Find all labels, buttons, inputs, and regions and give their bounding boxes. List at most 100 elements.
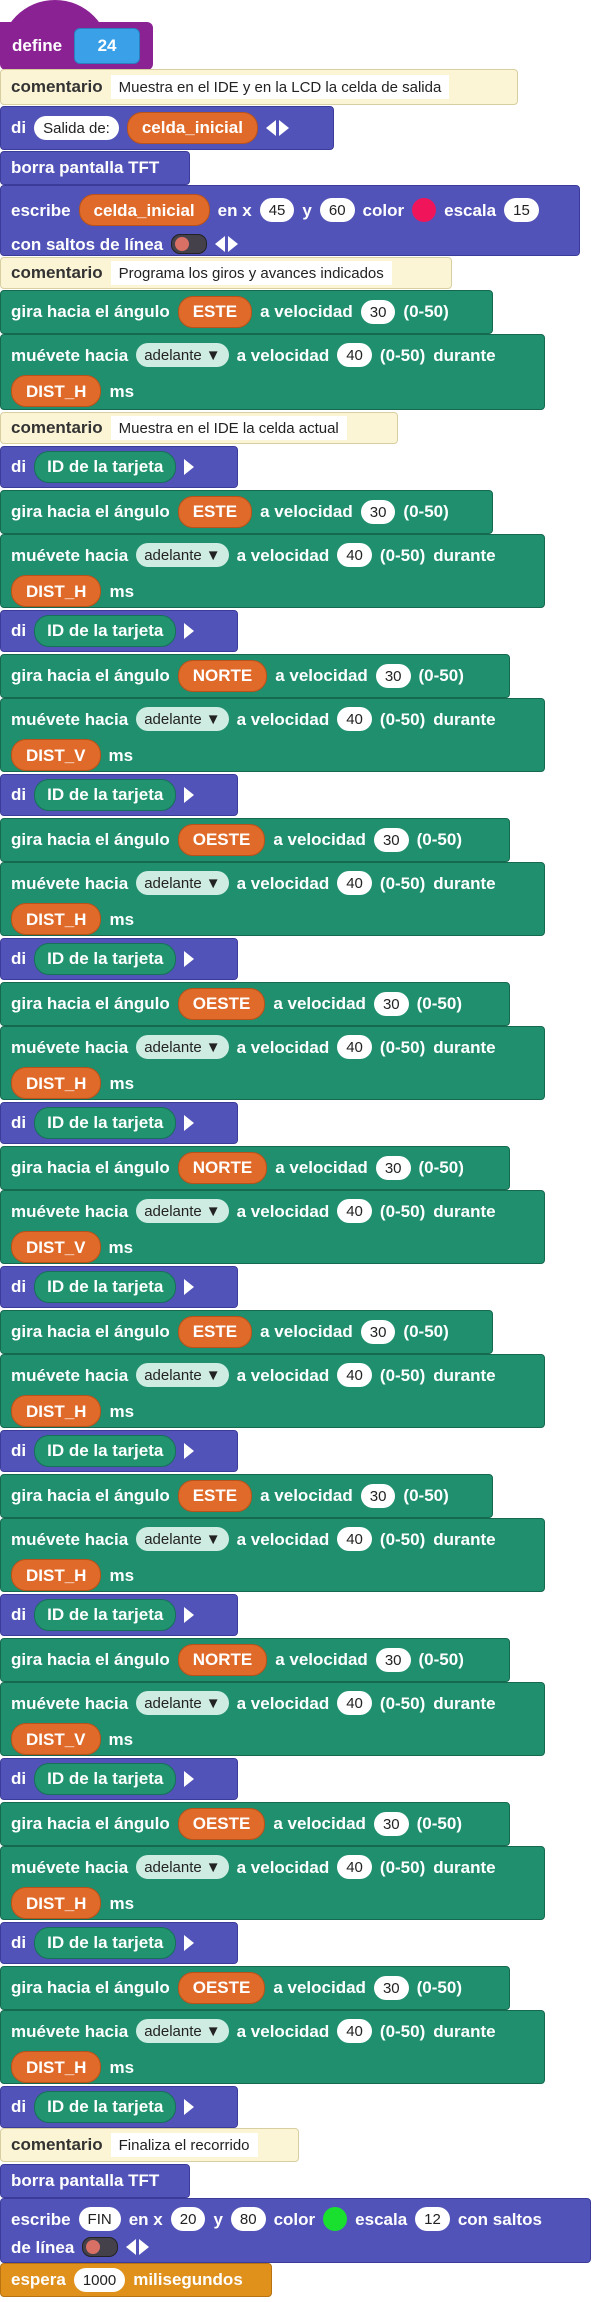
direction-dropdown[interactable]: adelante ▼ [136, 871, 229, 895]
comment-block[interactable]: comentario Programa los giros y avances … [0, 257, 452, 289]
comment-text[interactable]: Programa los giros y avances indicados [110, 261, 392, 285]
add-arg-icon[interactable] [278, 120, 289, 136]
add-arg-icon[interactable] [228, 236, 239, 252]
angle-variable[interactable]: ESTE [177, 296, 253, 328]
card-id-reporter[interactable]: ID de la tarjeta [34, 1599, 177, 1631]
comment-text[interactable]: Muestra en el IDE y en la LCD la celda d… [110, 75, 450, 99]
distance-variable[interactable]: DIST_H [11, 1887, 102, 1919]
distance-variable[interactable]: DIST_V [11, 1723, 101, 1755]
line-breaks-toggle[interactable] [82, 2237, 119, 2257]
add-arg-icon[interactable] [184, 1115, 195, 1131]
arg-arrows[interactable] [126, 2239, 150, 2255]
speed-field[interactable]: 30 [360, 500, 396, 524]
remove-arg-icon[interactable] [265, 120, 276, 136]
arg-arrows[interactable] [184, 951, 195, 967]
say-id-block[interactable]: di ID de la tarjeta [0, 774, 238, 816]
clear-screen-block[interactable]: borra pantalla TFT [0, 151, 190, 185]
say-id-block[interactable]: di ID de la tarjeta [0, 610, 238, 652]
turn-block[interactable]: gira hacia el ángulo OESTE a velocidad 30 (0… [0, 1966, 510, 2010]
variable-celda-inicial[interactable]: celda_inicial [126, 112, 258, 144]
add-arg-icon[interactable] [184, 1443, 195, 1459]
card-id-reporter[interactable]: ID de la tarjeta [34, 943, 177, 975]
speed-field[interactable]: 30 [375, 1648, 411, 1672]
add-arg-icon[interactable] [184, 623, 195, 639]
card-id-reporter[interactable]: ID de la tarjeta [34, 2091, 177, 2123]
say-id-block[interactable]: di ID de la tarjeta [0, 2086, 238, 2128]
turn-block[interactable]: gira hacia el ángulo OESTE a velocidad 30 (0… [0, 982, 510, 1026]
turn-block[interactable]: gira hacia el ángulo ESTE a velocidad 30… [0, 290, 493, 334]
distance-variable[interactable]: DIST_H [11, 1395, 102, 1427]
direction-dropdown[interactable]: adelante ▼ [136, 343, 229, 367]
say-id-block[interactable]: di ID de la tarjeta [0, 1102, 238, 1144]
turn-block[interactable]: gira hacia el ángulo OESTE a velocidad 30 (0… [0, 1802, 510, 1846]
say-id-block[interactable]: di ID de la tarjeta [0, 1430, 238, 1472]
angle-variable[interactable]: NORTE [177, 1644, 268, 1676]
say-id-block[interactable]: di ID de la tarjeta [0, 1594, 238, 1636]
direction-dropdown[interactable]: adelante ▼ [136, 1363, 229, 1387]
speed-field[interactable]: 30 [373, 992, 409, 1016]
write-text-field[interactable]: FIN [78, 2207, 121, 2231]
say-text-field[interactable]: Salida de: [34, 116, 119, 140]
add-arg-icon[interactable] [184, 1771, 195, 1787]
distance-variable[interactable]: DIST_H [11, 903, 102, 935]
direction-dropdown[interactable]: adelante ▼ [136, 1527, 229, 1551]
move-block[interactable]: muévete hacia adelante ▼ a velocidad 40 (0-50… [0, 698, 545, 772]
write-block[interactable]: escribe FIN en x 20 y 80 color escala 12… [0, 2198, 591, 2263]
speed-field[interactable]: 30 [373, 1812, 409, 1836]
card-id-reporter[interactable]: ID de la tarjeta [34, 779, 177, 811]
add-arg-icon[interactable] [184, 787, 195, 803]
arg-arrows[interactable] [184, 1115, 195, 1131]
speed-field[interactable]: 30 [360, 1484, 396, 1508]
distance-variable[interactable]: DIST_H [11, 375, 102, 407]
card-id-reporter[interactable]: ID de la tarjeta [34, 1763, 177, 1795]
comment-block[interactable]: comentario Finaliza el recorrido [0, 2128, 299, 2162]
speed-field[interactable]: 40 [337, 1035, 372, 1059]
arg-arrows[interactable] [184, 1443, 195, 1459]
say-id-block[interactable]: di ID de la tarjeta [0, 938, 238, 980]
distance-variable[interactable]: DIST_V [11, 1231, 101, 1263]
variable-celda-inicial[interactable]: celda_inicial [78, 194, 210, 226]
direction-dropdown[interactable]: adelante ▼ [136, 543, 229, 567]
comment-text[interactable]: Finaliza el recorrido [110, 2133, 258, 2157]
speed-field[interactable]: 40 [337, 871, 372, 895]
arg-arrows[interactable] [265, 120, 289, 136]
color-swatch[interactable] [323, 2207, 348, 2231]
speed-field[interactable]: 40 [337, 343, 372, 367]
say-id-block[interactable]: di ID de la tarjeta [0, 1922, 238, 1964]
turn-block[interactable]: gira hacia el ángulo ESTE a velocidad 30 (0-… [0, 1474, 493, 1518]
distance-variable[interactable]: DIST_H [11, 1559, 102, 1591]
add-arg-icon[interactable] [184, 1607, 195, 1623]
write-block[interactable]: escribe celda_inicial en x 45 y 60 color… [0, 185, 580, 256]
distance-variable[interactable]: DIST_V [11, 739, 101, 771]
turn-block[interactable]: gira hacia el ángulo NORTE a velocidad 30 (0… [0, 654, 510, 698]
arg-arrows[interactable] [184, 1771, 195, 1787]
define-number[interactable]: 24 [74, 28, 141, 64]
speed-field[interactable]: 40 [337, 1199, 372, 1223]
speed-field[interactable]: 40 [337, 543, 372, 567]
add-arg-icon[interactable] [184, 1279, 195, 1295]
clear-screen-block[interactable]: borra pantalla TFT [0, 2164, 190, 2198]
move-block[interactable]: muévete hacia adelante ▼ a velocidad 40 (0-50… [0, 2010, 545, 2084]
direction-dropdown[interactable]: adelante ▼ [136, 707, 229, 731]
say-id-block[interactable]: di ID de la tarjeta [0, 1758, 238, 1800]
distance-variable[interactable]: DIST_H [11, 1067, 102, 1099]
speed-field[interactable]: 40 [337, 1363, 372, 1387]
speed-field[interactable]: 30 [373, 1976, 409, 2000]
card-id-reporter[interactable]: ID de la tarjeta [34, 615, 177, 647]
wait-block[interactable]: espera 1000 milisegundos [0, 2263, 272, 2297]
angle-variable[interactable]: NORTE [177, 1152, 268, 1184]
speed-field[interactable]: 40 [337, 1691, 372, 1715]
speed-field[interactable]: 30 [360, 1320, 396, 1344]
direction-dropdown[interactable]: adelante ▼ [136, 2019, 229, 2043]
add-arg-icon[interactable] [184, 2099, 195, 2115]
move-block[interactable]: muévete hacia adelante ▼ a velocidad 40 (0-50… [0, 1354, 545, 1428]
turn-block[interactable]: gira hacia el ángulo ESTE a velocidad 30 (0-… [0, 1310, 493, 1354]
add-arg-icon[interactable] [184, 951, 195, 967]
add-arg-icon[interactable] [184, 459, 195, 475]
add-arg-icon[interactable] [139, 2239, 150, 2255]
wait-field[interactable]: 1000 [73, 2268, 126, 2292]
y-field[interactable]: 80 [230, 2207, 266, 2231]
comment-block[interactable]: comentario Muestra en el IDE la celda ac… [0, 412, 398, 444]
define-block[interactable]: define 24 [0, 0, 153, 70]
speed-field[interactable]: 40 [337, 707, 372, 731]
